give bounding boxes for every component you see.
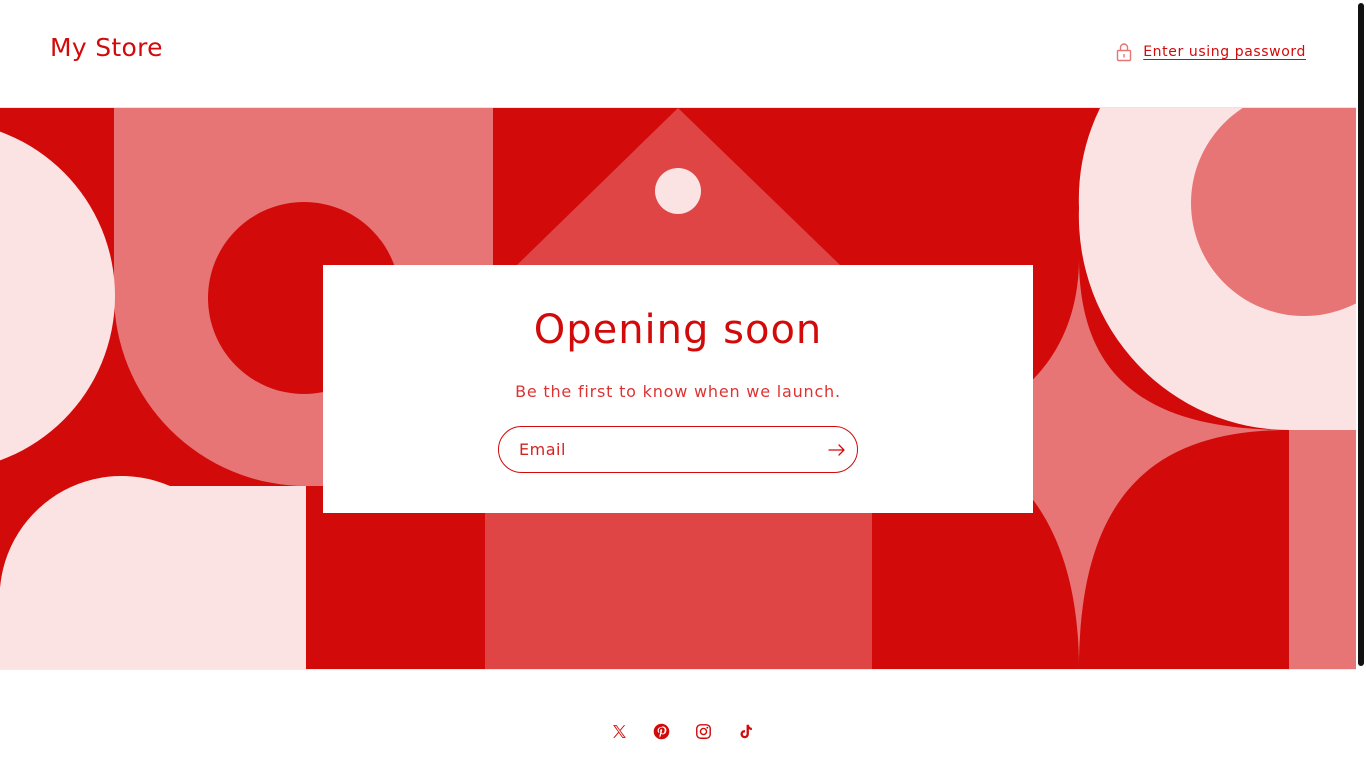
x-twitter-icon [612,724,626,738]
enter-using-password-link[interactable]: Enter using password [1115,42,1306,62]
email-form [498,426,858,473]
tiktok-icon [740,724,752,738]
social-links [598,714,766,748]
page-title: Opening soon [533,307,823,353]
site-header: My Store Enter using password [0,0,1356,108]
enter-password-label: Enter using password [1143,44,1306,60]
social-link-tiktok[interactable] [724,714,766,748]
page-scrollbar[interactable] [1358,3,1364,666]
store-name-link[interactable]: My Store [50,33,163,62]
email-input[interactable] [519,427,819,472]
instagram-icon [695,723,711,739]
arrow-right-icon [828,444,845,456]
opening-soon-card: Opening soon Be the first to know when w… [323,265,1033,513]
page-subtitle: Be the first to know when we launch. [515,382,841,401]
hero-banner: Opening soon Be the first to know when w… [0,108,1356,669]
social-link-pinterest[interactable] [640,714,682,748]
subscribe-submit-button[interactable] [825,438,849,462]
footer-divider [0,669,1356,670]
pinterest-icon [653,723,669,739]
social-link-x[interactable] [598,714,640,748]
social-link-instagram[interactable] [682,714,724,748]
lock-icon [1117,43,1132,62]
